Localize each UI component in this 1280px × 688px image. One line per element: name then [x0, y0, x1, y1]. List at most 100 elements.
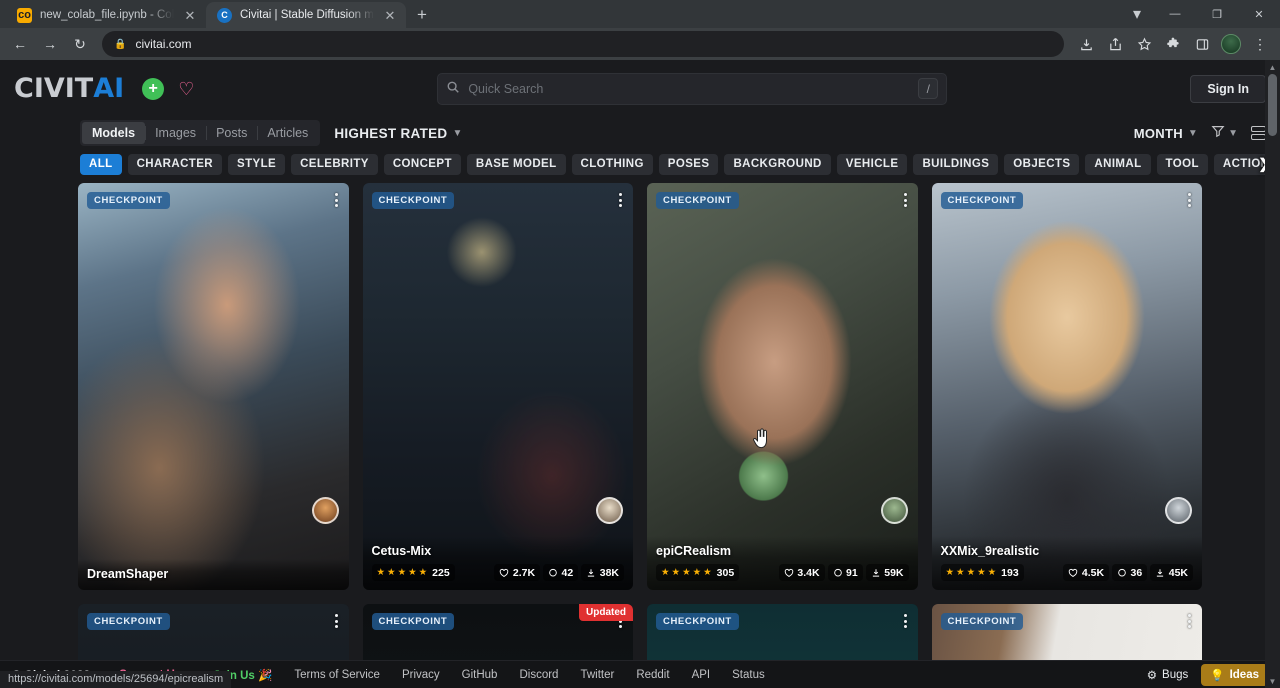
search-container: Quick Search / [204, 73, 1180, 105]
side-panel-icon[interactable] [1188, 30, 1216, 58]
footer-link-discord[interactable]: Discord [508, 669, 569, 681]
tab-close-icon[interactable]: ✕ [382, 7, 398, 23]
avatar[interactable] [881, 497, 908, 524]
footer-link-privacy[interactable]: Privacy [391, 669, 451, 681]
tab-posts[interactable]: Posts [206, 122, 257, 144]
address-bar[interactable]: 🔒 civitai.com [102, 31, 1064, 57]
page-scrollbar[interactable]: ▲ ▼ [1265, 60, 1280, 688]
card-menu-icon[interactable] [1186, 612, 1193, 630]
avatar[interactable] [596, 497, 623, 524]
civitai-icon: C [217, 8, 232, 23]
model-card[interactable]: CHECKPOINT XXMix_9realistic ★ ★ ★ ★ ★ [932, 183, 1203, 590]
card-menu-icon[interactable] [333, 191, 340, 209]
model-card[interactable]: CHECKPOINT Cetus-Mix ★ ★ ★ ★ ★ [363, 183, 634, 590]
avatar[interactable] [312, 497, 339, 524]
chip-character[interactable]: CHARACTER [128, 154, 222, 175]
chip-base-model[interactable]: BASE MODEL [467, 154, 566, 175]
tab-models[interactable]: Models [82, 122, 145, 144]
comments-count: 36 [1112, 564, 1147, 581]
search-input[interactable]: Quick Search / [437, 73, 947, 105]
heart-icon[interactable]: ♡ [178, 80, 194, 98]
star-icon: ★ [977, 568, 986, 578]
sign-in-button[interactable]: Sign In [1190, 75, 1266, 103]
civitai-logo[interactable]: CIVITAI [14, 73, 124, 104]
install-icon[interactable] [1072, 30, 1100, 58]
heart-icon [784, 568, 794, 578]
chip-clothing[interactable]: CLOTHING [572, 154, 653, 175]
star-icon: ★ [377, 568, 386, 578]
chip-poses[interactable]: POSES [659, 154, 719, 175]
ideas-button[interactable]: 💡 Ideas [1201, 664, 1268, 686]
close-button[interactable]: ✕ [1238, 0, 1280, 28]
comment-icon [833, 568, 843, 578]
comments-value: 42 [562, 567, 574, 579]
bookmark-star-icon[interactable] [1130, 30, 1158, 58]
scroll-down-icon[interactable]: ▼ [1265, 674, 1280, 688]
logo-accent-text: AI [93, 73, 124, 104]
download-icon [586, 568, 596, 578]
filter-funnel-icon [1211, 124, 1225, 143]
rating-badge: ★ ★ ★ ★ ★ 305 [656, 564, 739, 581]
card-artwork [78, 183, 349, 590]
back-icon[interactable]: ← [6, 30, 34, 58]
chip-vehicle[interactable]: VEHICLE [837, 154, 908, 175]
toolbar-actions: ⋮ [1072, 30, 1274, 58]
chrome-menu-icon[interactable]: ⋮ [1246, 30, 1274, 58]
model-card[interactable]: CHECKPOINT Updated [363, 604, 634, 660]
bugs-button[interactable]: ⚙ Bugs [1141, 666, 1195, 684]
chip-celebrity[interactable]: CELEBRITY [291, 154, 378, 175]
card-menu-icon[interactable] [902, 191, 909, 209]
star-icon: ★ [408, 568, 417, 578]
new-tab-button[interactable]: + [408, 2, 436, 28]
model-card[interactable]: CHECKPOINT [647, 604, 918, 660]
card-menu-icon[interactable] [1186, 191, 1193, 209]
chip-tool[interactable]: TOOL [1157, 154, 1208, 175]
chip-all[interactable]: ALL [80, 154, 122, 175]
chip-buildings[interactable]: BUILDINGS [913, 154, 998, 175]
card-menu-icon[interactable] [333, 612, 340, 630]
tab-articles[interactable]: Articles [257, 122, 318, 144]
chip-animal[interactable]: ANIMAL [1085, 154, 1150, 175]
profile-avatar[interactable] [1221, 34, 1241, 54]
maximize-button[interactable]: ❐ [1196, 0, 1238, 28]
card-footer: XXMix_9realistic ★ ★ ★ ★ ★ 193 [932, 536, 1203, 590]
comments-value: 36 [1131, 567, 1143, 579]
footer-link-status[interactable]: Status [721, 669, 776, 681]
create-button[interactable]: + [142, 78, 164, 100]
card-menu-icon[interactable] [902, 612, 909, 630]
period-dropdown[interactable]: MONTH ▼ [1134, 126, 1198, 141]
scrollbar-thumb[interactable] [1268, 74, 1277, 136]
chip-background[interactable]: BACKGROUND [724, 154, 830, 175]
scroll-up-icon[interactable]: ▲ [1265, 60, 1280, 74]
tab-search-chevron-icon[interactable]: ▾ [1124, 0, 1150, 28]
avatar[interactable] [1165, 497, 1192, 524]
status-badge: CHECKPOINT [372, 192, 455, 209]
browser-tab-colab[interactable]: co new_colab_file.ipynb - Colaborat ✕ [6, 2, 206, 28]
share-icon[interactable] [1101, 30, 1129, 58]
party-icon: 🎉 [258, 670, 272, 682]
footer-link-terms[interactable]: Terms of Service [283, 669, 391, 681]
model-card[interactable]: CHECKPOINT epiCRealism ★ ★ ★ ★ ★ [647, 183, 918, 590]
tab-images[interactable]: Images [145, 122, 206, 144]
filter-button[interactable]: ▼ [1211, 124, 1238, 143]
star-icon: ★ [682, 568, 691, 578]
model-card[interactable]: CHECKPOINT [932, 604, 1203, 660]
footer-link-api[interactable]: API [681, 669, 722, 681]
card-menu-icon[interactable] [617, 191, 624, 209]
chip-objects[interactable]: OBJECTS [1004, 154, 1079, 175]
minimize-button[interactable]: — [1154, 0, 1196, 28]
tab-close-icon[interactable]: ✕ [182, 7, 198, 23]
footer-link-twitter[interactable]: Twitter [569, 669, 625, 681]
sort-dropdown[interactable]: HIGHEST RATED ▼ [334, 126, 462, 141]
chip-style[interactable]: STYLE [228, 154, 285, 175]
footer-link-github[interactable]: GitHub [451, 669, 509, 681]
reload-icon[interactable]: ↻ [66, 30, 94, 58]
model-card[interactable]: CHECKPOINT [78, 604, 349, 660]
extensions-icon[interactable] [1159, 30, 1187, 58]
model-card[interactable]: CHECKPOINT DreamShaper [78, 183, 349, 590]
browser-tab-civitai[interactable]: C Civitai | Stable Diffusion models, ✕ [206, 2, 406, 28]
layout-toggle-icon[interactable] [1251, 126, 1266, 140]
chip-concept[interactable]: CONCEPT [384, 154, 461, 175]
footer-link-reddit[interactable]: Reddit [625, 669, 680, 681]
forward-icon[interactable]: → [36, 30, 64, 58]
